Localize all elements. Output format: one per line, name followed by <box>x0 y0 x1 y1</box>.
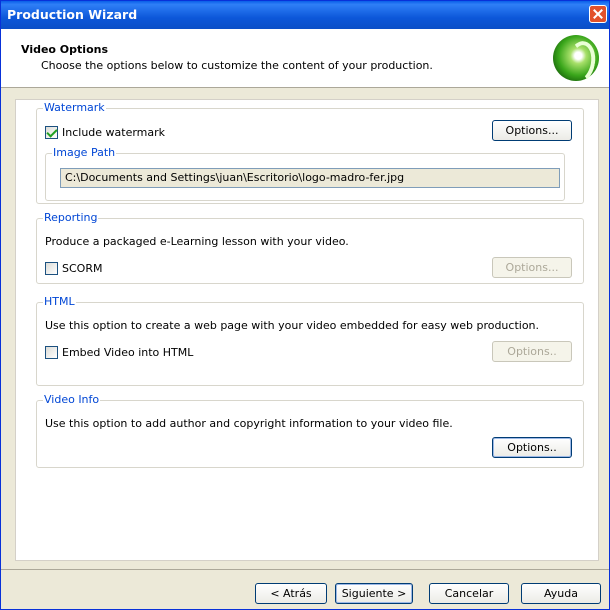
video-info-group-title: Video Info <box>43 393 101 406</box>
options-panel: Watermark Include watermark Options... I… <box>15 99 599 561</box>
wizard-header: Video Options Choose the options below t… <box>1 29 609 88</box>
page-subtitle: Choose the options below to customize th… <box>41 59 433 72</box>
include-watermark-label[interactable]: Include watermark <box>62 126 165 139</box>
embed-html-checkbox[interactable] <box>45 346 58 359</box>
reporting-group-title: Reporting <box>43 211 99 224</box>
image-path-group: Image Path C:\Documents and Settings\jua… <box>45 146 565 201</box>
embed-html-label[interactable]: Embed Video into HTML <box>62 346 193 359</box>
image-path-field: C:\Documents and Settings\juan\Escritori… <box>60 168 560 188</box>
video-info-description: Use this option to add author and copyri… <box>45 417 453 430</box>
product-logo-icon <box>553 35 599 81</box>
html-group: HTML Use this option to create a web pag… <box>36 295 584 386</box>
back-button[interactable]: < Atrás <box>255 583 327 604</box>
video-info-options-button[interactable]: Options.. <box>492 437 572 458</box>
page-title: Video Options <box>21 43 109 56</box>
watermark-group-title: Watermark <box>43 101 106 114</box>
help-button[interactable]: Ayuda <box>521 583 601 604</box>
close-icon[interactable] <box>589 5 607 23</box>
html-group-title: HTML <box>43 295 76 308</box>
watermark-group: Watermark Include watermark Options... I… <box>36 101 584 204</box>
footer-divider <box>1 569 609 570</box>
html-options-button[interactable]: Options.. <box>492 341 572 362</box>
scorm-checkbox[interactable] <box>45 262 58 275</box>
reporting-options-button[interactable]: Options... <box>492 257 572 278</box>
html-description: Use this option to create a web page wit… <box>45 319 540 332</box>
watermark-options-button[interactable]: Options... <box>492 120 572 141</box>
scorm-label[interactable]: SCORM <box>62 262 102 275</box>
next-button[interactable]: Siguiente > <box>335 583 413 604</box>
production-wizard-window: Production Wizard Video Options Choose t… <box>0 0 610 610</box>
video-info-group: Video Info Use this option to add author… <box>36 393 584 468</box>
window-title: Production Wizard <box>7 7 138 22</box>
reporting-description: Produce a packaged e-Learning lesson wit… <box>45 235 349 248</box>
cancel-button[interactable]: Cancelar <box>429 583 509 604</box>
reporting-group: Reporting Produce a packaged e-Learning … <box>36 211 584 284</box>
include-watermark-checkbox[interactable] <box>45 126 58 139</box>
title-bar[interactable]: Production Wizard <box>1 1 609 29</box>
image-path-title: Image Path <box>52 146 117 159</box>
